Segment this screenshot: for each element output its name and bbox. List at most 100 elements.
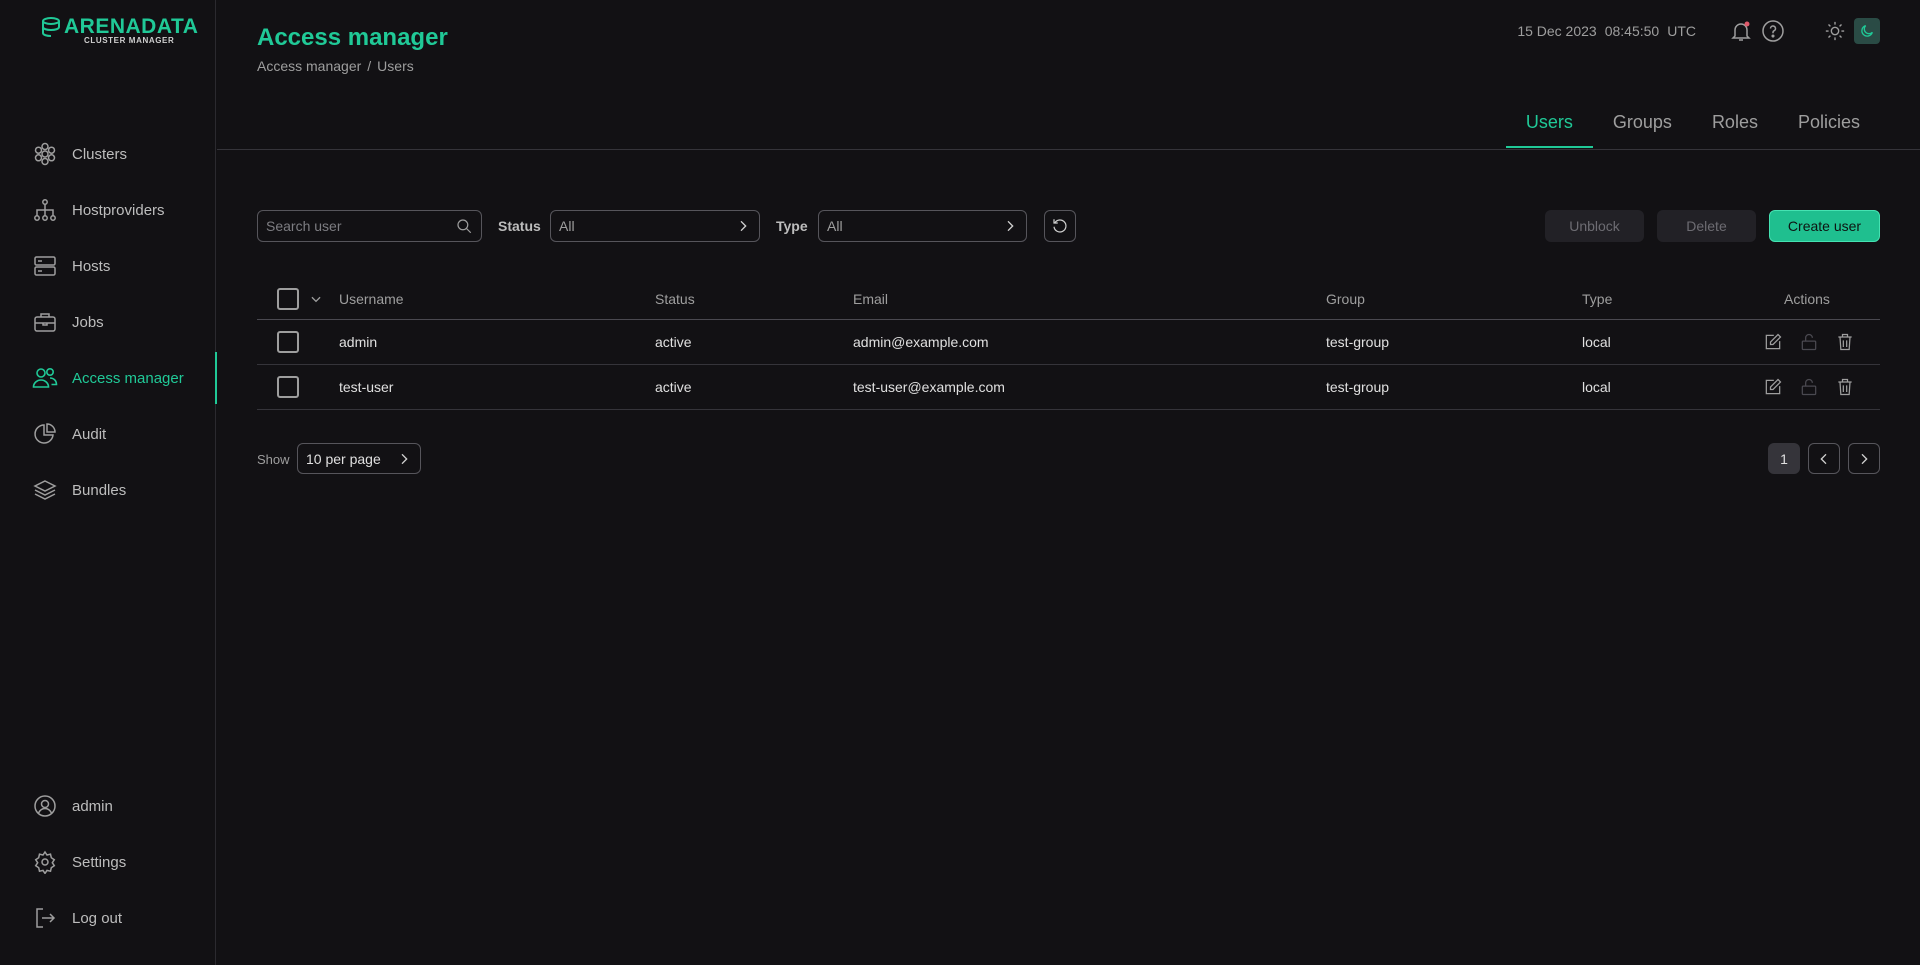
username-cell: admin (339, 334, 378, 350)
per-page-value: 10 per page (306, 450, 381, 467)
tab-policies[interactable]: Policies (1778, 104, 1880, 147)
users-icon (32, 365, 58, 391)
timezone-text: UTC (1667, 23, 1696, 39)
help-icon[interactable] (1760, 18, 1786, 44)
sidebar-item-jobs[interactable]: Jobs (0, 300, 216, 344)
actions-cell (1762, 365, 1856, 409)
sidebar-item-hosts[interactable]: Hosts (0, 244, 216, 288)
next-page-button[interactable] (1848, 443, 1880, 474)
topbar: 15 Dec 2023 08:45:50 UTC (1517, 18, 1880, 44)
sidebar-item-label: Clusters (72, 145, 128, 163)
edit-icon[interactable] (1762, 331, 1784, 353)
username-cell: test-user (339, 379, 394, 395)
column-actions: Actions (1784, 290, 1830, 307)
date-text: 15 Dec 2023 (1517, 23, 1597, 39)
sidebar-item-label: Hostproviders (72, 201, 165, 219)
sidebar-item-logout[interactable]: Log out (0, 896, 216, 940)
show-label: Show (257, 452, 290, 467)
status-filter-value: All (559, 218, 575, 234)
chevron-right-icon (735, 218, 751, 234)
sidebar-item-label: admin (72, 797, 113, 815)
delete-button[interactable]: Delete (1657, 210, 1756, 242)
sun-icon[interactable] (1822, 18, 1848, 44)
column-username[interactable]: Username (339, 278, 404, 319)
sidebar-item-settings[interactable]: Settings (0, 840, 216, 884)
search-box (257, 210, 482, 242)
unlock-icon[interactable] (1798, 376, 1820, 398)
table-row: test-user active test-user@example.com t… (257, 365, 1880, 410)
type-filter-select[interactable]: All (818, 210, 1027, 242)
trash-icon[interactable] (1834, 331, 1856, 353)
chevron-right-icon (1002, 218, 1018, 234)
sidebar-item-clusters[interactable]: Clusters (0, 132, 216, 176)
sidebar-item-access-manager[interactable]: Access manager (0, 352, 217, 404)
theme-switcher (1816, 18, 1880, 44)
breadcrumb-separator: / (367, 58, 372, 74)
row-checkbox[interactable] (277, 376, 299, 398)
hosts-icon (32, 253, 58, 279)
unblock-button[interactable]: Unblock (1545, 210, 1644, 242)
bell-icon[interactable] (1728, 18, 1754, 44)
column-email[interactable]: Email (853, 278, 888, 319)
table-row: admin active admin@example.com test-grou… (257, 320, 1880, 365)
sidebar-item-audit[interactable]: Audit (0, 412, 216, 456)
refresh-icon (1051, 217, 1069, 235)
bundles-icon (32, 477, 58, 503)
status-cell: active (655, 334, 692, 350)
moon-icon[interactable] (1854, 18, 1880, 44)
tab-groups[interactable]: Groups (1593, 104, 1692, 147)
row-checkbox-cell (277, 365, 299, 409)
prev-page-button[interactable] (1808, 443, 1840, 474)
chevron-left-icon (1816, 451, 1832, 467)
unlock-icon[interactable] (1798, 331, 1820, 353)
sidebar-item-label: Audit (72, 425, 107, 443)
page-1-button[interactable]: 1 (1768, 443, 1800, 474)
user-icon (32, 793, 58, 819)
column-type[interactable]: Type (1582, 278, 1612, 319)
table-header: Username Status Email Group Type Actions (257, 278, 1880, 320)
time-text: 08:45:50 (1604, 23, 1660, 39)
logo-subtitle: CLUSTER MANAGER (84, 36, 175, 45)
tab-roles[interactable]: Roles (1692, 104, 1778, 147)
row-checkbox[interactable] (277, 331, 299, 353)
jobs-icon (32, 309, 58, 335)
server-datetime: 15 Dec 2023 08:45:50 UTC (1517, 23, 1696, 39)
users-table: Username Status Email Group Type Actions… (257, 278, 1880, 410)
sidebar-item-label: Settings (72, 853, 127, 871)
tabs: Users Groups Roles Policies (1505, 104, 1880, 148)
sidebar-item-hostproviders[interactable]: Hostproviders (0, 188, 216, 232)
logo[interactable]: ARENADATA CLUSTER MANAGER (40, 16, 198, 45)
sidebar-item-profile[interactable]: admin (0, 784, 216, 828)
select-all-cell (277, 278, 299, 319)
breadcrumb-access-manager[interactable]: Access manager (257, 58, 361, 74)
trash-icon[interactable] (1834, 376, 1856, 398)
page-title: Access manager (257, 24, 448, 51)
reset-filters-button[interactable] (1044, 210, 1076, 242)
status-filter-select[interactable]: All (550, 210, 760, 242)
chevron-down-icon[interactable] (309, 278, 323, 319)
search-icon[interactable] (455, 217, 473, 235)
sidebar-item-label: Hosts (72, 257, 111, 275)
logo-icon (42, 17, 60, 37)
sidebar-item-label: Access manager (72, 369, 184, 387)
edit-icon[interactable] (1762, 376, 1784, 398)
select-all-checkbox[interactable] (277, 287, 299, 310)
status-cell: active (655, 379, 692, 395)
tab-users[interactable]: Users (1505, 104, 1593, 148)
column-group[interactable]: Group (1326, 278, 1365, 319)
search-input[interactable] (266, 218, 446, 234)
chevron-right-icon (396, 451, 412, 467)
email-cell: test-user@example.com (853, 379, 1005, 395)
status-filter-label: Status (498, 218, 541, 234)
logo-name: ARENADATA (64, 15, 199, 38)
per-page-select[interactable]: 10 per page (297, 443, 421, 474)
hostproviders-icon (32, 197, 58, 223)
sidebar-item-bundles[interactable]: Bundles (0, 468, 216, 512)
clusters-icon (32, 141, 58, 167)
email-cell: admin@example.com (853, 334, 989, 350)
breadcrumb-users: Users (377, 58, 414, 74)
row-checkbox-cell (277, 320, 299, 364)
column-status[interactable]: Status (655, 278, 695, 319)
sidebar-item-label: Jobs (72, 313, 104, 331)
create-user-button[interactable]: Create user (1769, 210, 1880, 242)
